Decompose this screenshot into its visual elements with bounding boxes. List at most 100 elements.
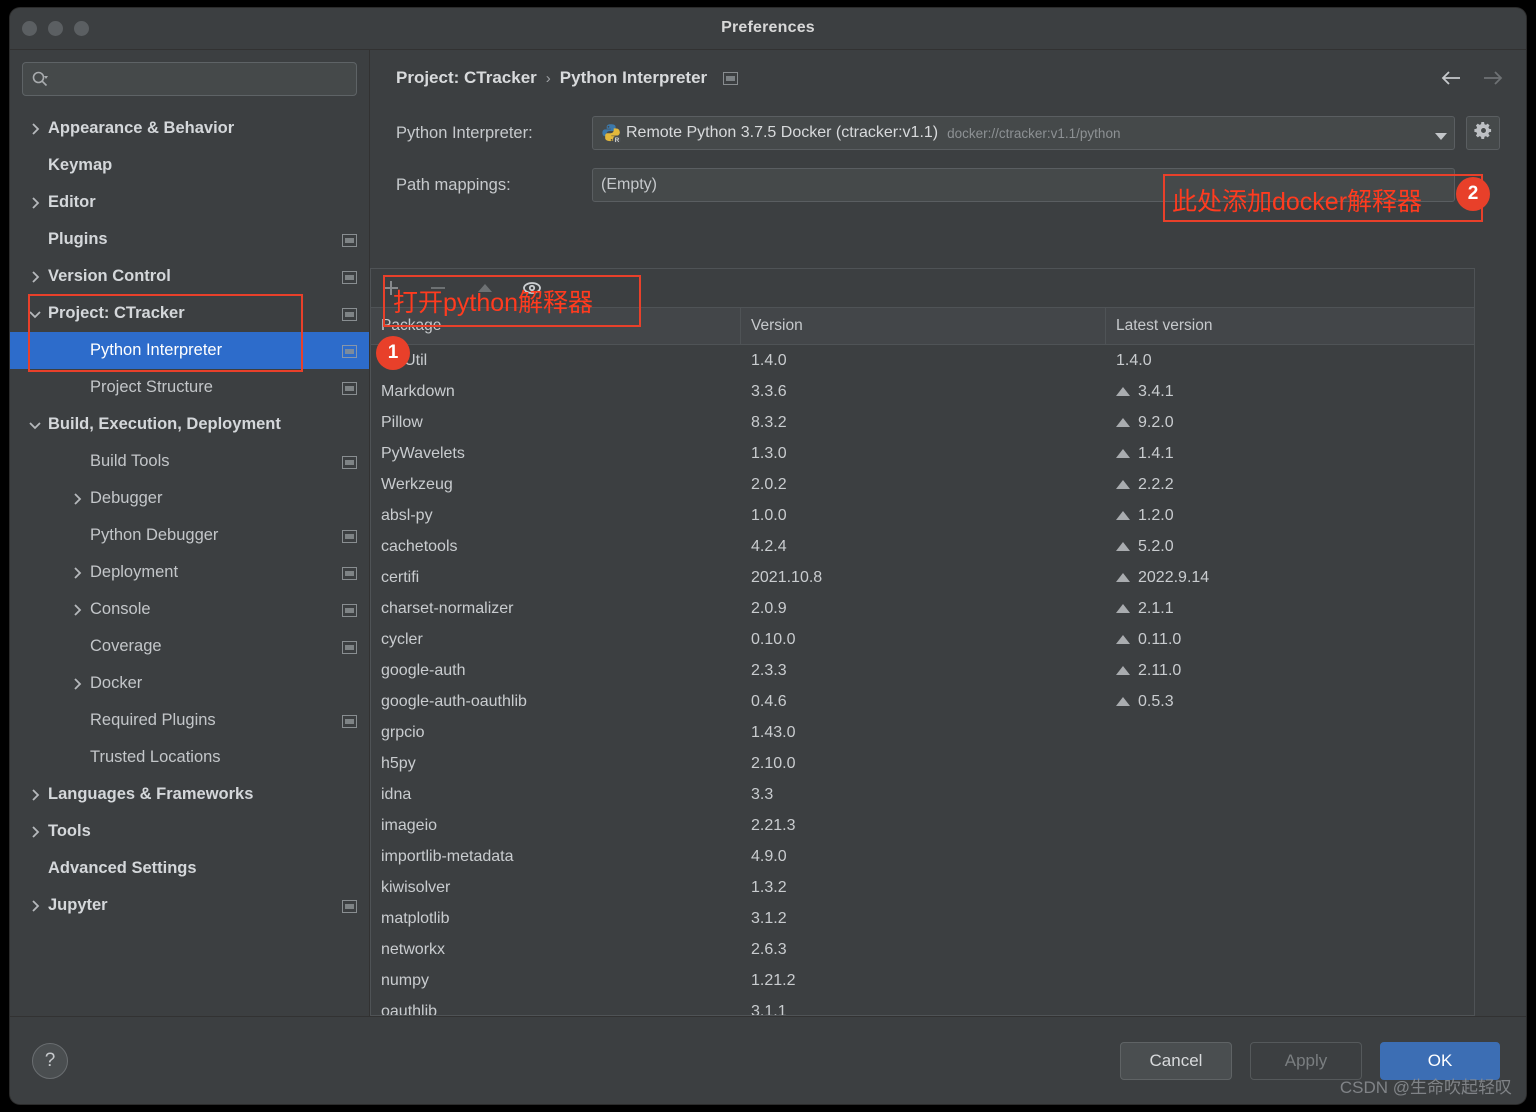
sidebar-item-build-tools[interactable]: Build Tools bbox=[10, 443, 369, 480]
sidebar-item-version-control[interactable]: Version Control bbox=[10, 258, 369, 295]
python-remote-icon: R bbox=[601, 123, 621, 144]
path-mappings-field[interactable]: (Empty) bbox=[592, 168, 1455, 202]
sidebar-item-label: Python Interpreter bbox=[90, 341, 223, 359]
interpreter-label: Python Interpreter: bbox=[396, 123, 533, 142]
table-row[interactable]: charset-normalizer 2.0.9 2.1.1 bbox=[371, 593, 1474, 624]
chevron-down-icon[interactable] bbox=[1434, 128, 1448, 140]
upgrade-available-icon bbox=[1116, 511, 1130, 520]
cell-package: networkx bbox=[381, 940, 446, 958]
table-row[interactable]: Pillow 8.3.2 9.2.0 bbox=[371, 407, 1474, 438]
help-button[interactable]: ? bbox=[32, 1042, 68, 1079]
chevron-right-icon[interactable] bbox=[28, 825, 42, 839]
sidebar-item-label: Project Structure bbox=[90, 378, 213, 396]
chevron-right-icon[interactable] bbox=[70, 566, 84, 580]
column-header-version[interactable]: Version bbox=[741, 308, 1106, 344]
cell-package: cycler bbox=[381, 630, 423, 648]
sidebar-item-project-ctracker[interactable]: Project: CTracker bbox=[10, 295, 369, 332]
cell-version: 2.21.3 bbox=[751, 816, 796, 834]
sidebar-item-label: Editor bbox=[48, 193, 96, 211]
sidebar-item-plugins[interactable]: Plugins bbox=[10, 221, 369, 258]
sidebar-item-label: Project: CTracker bbox=[48, 304, 185, 322]
gear-icon bbox=[1473, 121, 1493, 145]
add-package-button[interactable] bbox=[381, 278, 401, 298]
sidebar-item-label: Languages & Frameworks bbox=[48, 785, 254, 803]
sidebar-item-languages-frameworks[interactable]: Languages & Frameworks bbox=[10, 776, 369, 813]
table-row[interactable]: h5py 2.10.0 bbox=[371, 748, 1474, 779]
chevron-down-icon[interactable] bbox=[28, 418, 42, 432]
column-header-latest-version[interactable]: Latest version bbox=[1106, 308, 1474, 344]
search-input[interactable] bbox=[55, 71, 348, 87]
cell-package: idna bbox=[381, 785, 412, 803]
table-row[interactable]: google-auth-oauthlib 0.4.6 0.5.3 bbox=[371, 686, 1474, 717]
interpreter-dropdown[interactable]: R Remote Python 3.7.5 Docker (ctracker:v… bbox=[592, 116, 1455, 150]
table-row[interactable]: google-auth 2.3.3 2.11.0 bbox=[371, 655, 1474, 686]
remove-package-button[interactable] bbox=[428, 278, 448, 298]
chevron-right-icon[interactable] bbox=[28, 899, 42, 913]
table-row[interactable]: kiwisolver 1.3.2 bbox=[371, 872, 1474, 903]
arrow-left-icon[interactable] bbox=[1440, 69, 1462, 87]
latest-version-text: 1.2.0 bbox=[1138, 506, 1174, 524]
sidebar-item-console[interactable]: Console bbox=[10, 591, 369, 628]
sidebar-item-editor[interactable]: Editor bbox=[10, 184, 369, 221]
table-row[interactable]: cachetools 4.2.4 5.2.0 bbox=[371, 531, 1474, 562]
column-header-package[interactable]: Package bbox=[371, 308, 741, 344]
chevron-right-icon[interactable] bbox=[28, 270, 42, 284]
sidebar-item-required-plugins[interactable]: Required Plugins bbox=[10, 702, 369, 739]
sidebar-item-docker[interactable]: Docker bbox=[10, 665, 369, 702]
table-row[interactable]: networkx 2.6.3 bbox=[371, 934, 1474, 965]
sidebar-item-python-interpreter[interactable]: Python Interpreter bbox=[10, 332, 369, 369]
sidebar-item-appearance-behavior[interactable]: Appearance & Behavior bbox=[10, 110, 369, 147]
table-row[interactable]: idna 3.3 bbox=[371, 779, 1474, 810]
sidebar-item-keymap[interactable]: Keymap bbox=[10, 147, 369, 184]
window-title: Preferences bbox=[721, 19, 815, 36]
cell-package: Markdown bbox=[381, 382, 455, 400]
sidebar-item-build-execution-deployment[interactable]: Build, Execution, Deployment bbox=[10, 406, 369, 443]
chevron-right-icon[interactable] bbox=[70, 492, 84, 506]
table-row[interactable]: GPUtil 1.4.0 1.4.0 bbox=[371, 345, 1474, 376]
table-row[interactable]: numpy 1.21.2 bbox=[371, 965, 1474, 996]
chevron-down-icon[interactable] bbox=[28, 307, 42, 321]
packages-table-body: GPUtil 1.4.0 1.4.0 Markdown 3.3.6 3.4.1 Pillow… bbox=[371, 345, 1474, 1015]
search-box[interactable] bbox=[22, 62, 357, 96]
arrow-right-icon[interactable] bbox=[1482, 69, 1504, 87]
sidebar-item-tools[interactable]: Tools bbox=[10, 813, 369, 850]
table-row[interactable]: Markdown 3.3.6 3.4.1 bbox=[371, 376, 1474, 407]
sidebar-item-deployment[interactable]: Deployment bbox=[10, 554, 369, 591]
cell-version: 0.10.0 bbox=[751, 630, 796, 648]
sidebar-item-trusted-locations[interactable]: Trusted Locations bbox=[10, 739, 369, 776]
sidebar-item-jupyter[interactable]: Jupyter bbox=[10, 887, 369, 924]
chevron-right-icon[interactable] bbox=[28, 788, 42, 802]
sidebar-item-project-structure[interactable]: Project Structure bbox=[10, 369, 369, 406]
search-icon bbox=[31, 70, 49, 88]
cancel-button[interactable]: Cancel bbox=[1120, 1041, 1232, 1080]
sidebar-item-debugger[interactable]: Debugger bbox=[10, 480, 369, 517]
table-row[interactable]: imageio 2.21.3 bbox=[371, 810, 1474, 841]
breadcrumb-parent[interactable]: Project: CTracker bbox=[396, 68, 537, 88]
table-row[interactable]: certifi 2021.10.8 2022.9.14 bbox=[371, 562, 1474, 593]
latest-version-text: 2.2.2 bbox=[1138, 475, 1174, 493]
cell-package: cachetools bbox=[381, 537, 458, 555]
breadcrumb: Project: CTracker › Python Interpreter bbox=[370, 50, 1526, 106]
chevron-right-icon[interactable] bbox=[70, 677, 84, 691]
table-row[interactable]: cycler 0.10.0 0.11.0 bbox=[371, 624, 1474, 655]
project-scope-icon bbox=[342, 529, 357, 543]
sidebar-item-advanced-settings[interactable]: Advanced Settings bbox=[10, 850, 369, 887]
table-row[interactable]: grpcio 1.43.0 bbox=[371, 717, 1474, 748]
table-row[interactable]: importlib-metadata 4.9.0 bbox=[371, 841, 1474, 872]
chevron-right-icon[interactable] bbox=[28, 122, 42, 136]
show-early-releases-button[interactable] bbox=[522, 278, 542, 298]
latest-version-text: 3.4.1 bbox=[1138, 382, 1174, 400]
table-row[interactable]: oauthlib 3.1.1 bbox=[371, 996, 1474, 1016]
table-row[interactable]: matplotlib 3.1.2 bbox=[371, 903, 1474, 934]
table-row[interactable]: absl-py 1.0.0 1.2.0 bbox=[371, 500, 1474, 531]
cell-package: importlib-metadata bbox=[381, 847, 514, 865]
chevron-right-icon[interactable] bbox=[28, 196, 42, 210]
table-row[interactable]: Werkzeug 2.0.2 2.2.2 bbox=[371, 469, 1474, 500]
sidebar-item-coverage[interactable]: Coverage bbox=[10, 628, 369, 665]
chevron-right-icon[interactable] bbox=[70, 603, 84, 617]
table-row[interactable]: PyWavelets 1.3.0 1.4.1 bbox=[371, 438, 1474, 469]
cell-package: h5py bbox=[381, 754, 416, 772]
upgrade-package-button[interactable] bbox=[475, 278, 495, 298]
interpreter-settings-button[interactable] bbox=[1466, 116, 1500, 150]
sidebar-item-python-debugger[interactable]: Python Debugger bbox=[10, 517, 369, 554]
